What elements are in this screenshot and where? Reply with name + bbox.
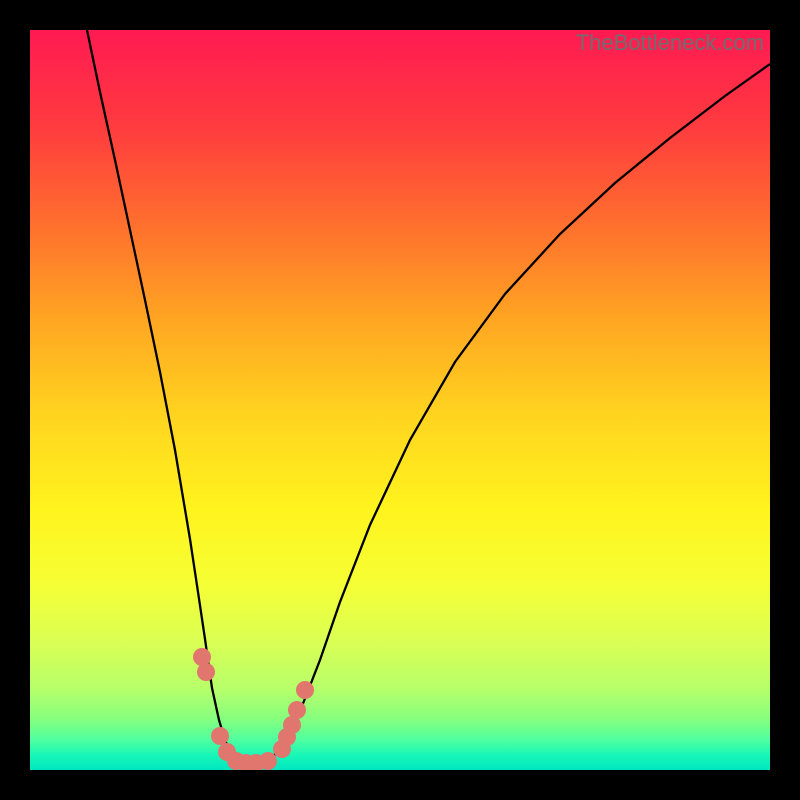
data-marker xyxy=(296,681,314,699)
data-marker xyxy=(197,663,215,681)
plot-area: TheBottleneck.com xyxy=(30,30,770,770)
frame: TheBottleneck.com xyxy=(0,0,800,800)
data-marker xyxy=(259,752,277,770)
curve-left-branch xyxy=(87,30,237,760)
data-marker xyxy=(288,701,306,719)
curve-group xyxy=(87,30,770,764)
chart-svg xyxy=(30,30,770,770)
data-marker xyxy=(211,727,229,745)
marker-group xyxy=(193,648,314,770)
curve-right-branch xyxy=(270,64,770,760)
